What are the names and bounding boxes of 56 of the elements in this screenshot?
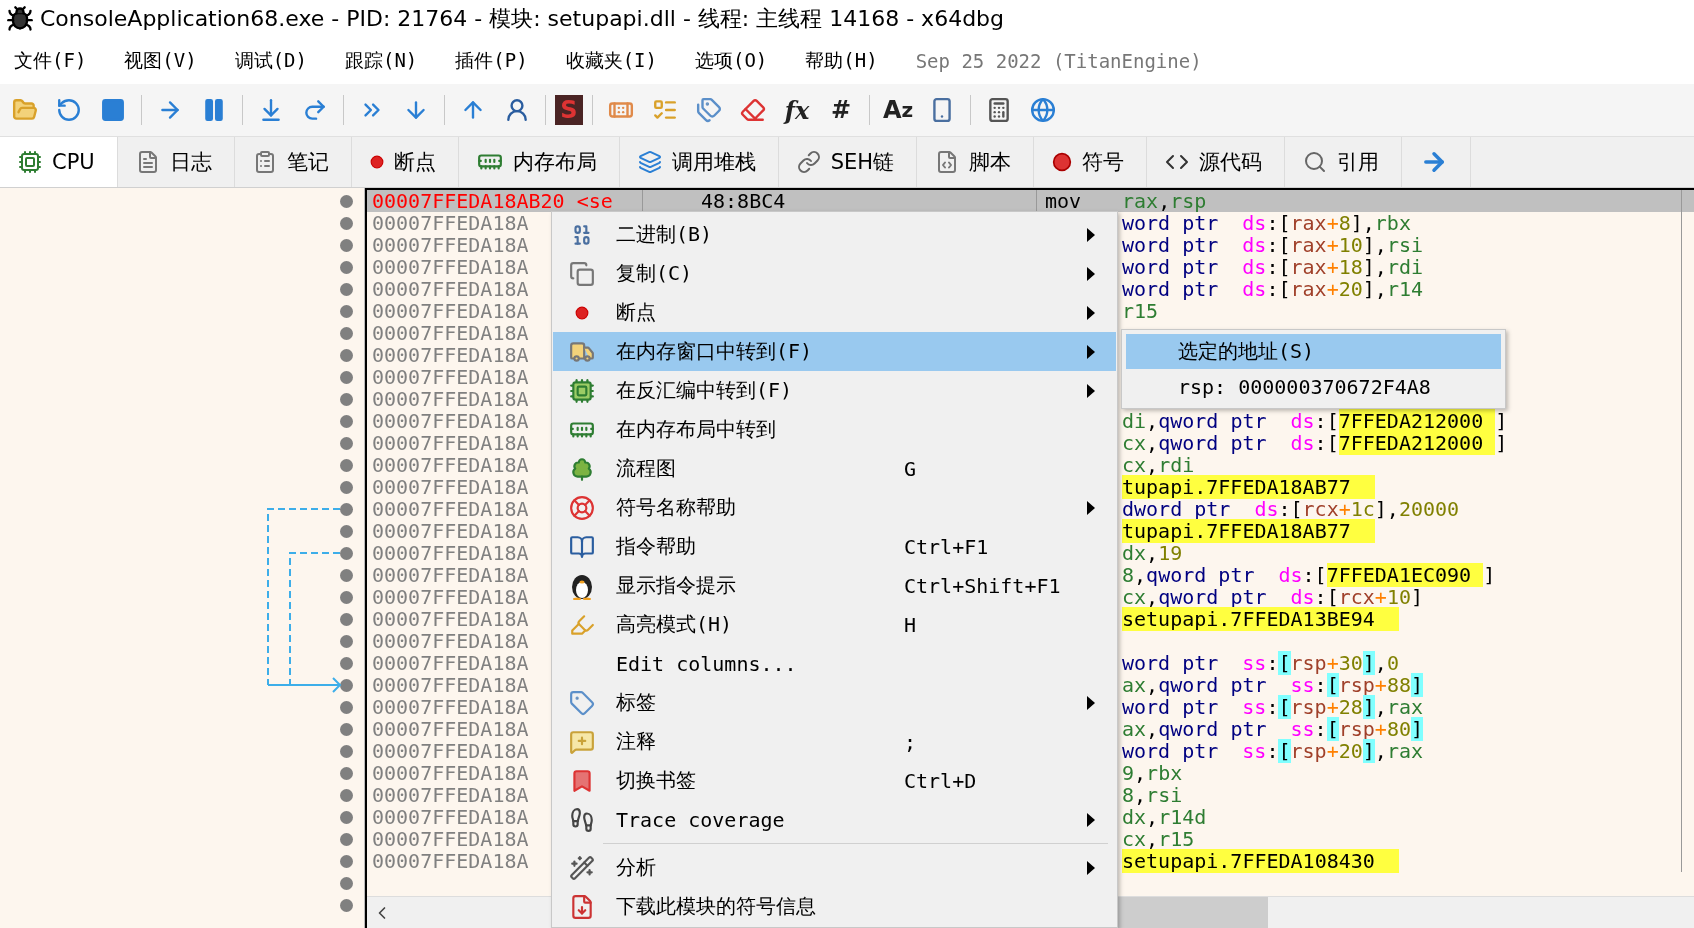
operand-text: dx,r14d bbox=[1122, 805, 1207, 829]
address-text: 00007FFEDA18A bbox=[372, 410, 529, 432]
address-text: 00007FFEDA18A bbox=[372, 498, 529, 520]
address-text: 00007FFEDA18A bbox=[372, 806, 529, 828]
address-text: 00007FFEDA18A bbox=[372, 762, 529, 784]
operand-text: dword ptr ds:[rcx+1c],20000 bbox=[1122, 497, 1460, 521]
build-info: Sep 25 2022 (TitanEngine) bbox=[915, 50, 1202, 72]
address-text: 00007FFEDA18A bbox=[372, 630, 529, 652]
operand-text: tupapi.7FFEDA18AB77 bbox=[1122, 475, 1375, 499]
address-text: 00007FFEDA18A bbox=[372, 256, 529, 278]
address-text: 00007FFEDA18A bbox=[372, 696, 529, 718]
address-text: 00007FFEDA18A bbox=[372, 454, 529, 476]
address-text: 00007FFEDA18A bbox=[372, 388, 529, 410]
bytes-text: 48:8BC4 bbox=[701, 190, 786, 213]
operand-text: setupapi.7FFEDA108430 bbox=[1122, 849, 1399, 873]
address-text: 00007FFEDA18A bbox=[372, 366, 529, 388]
address-text: 00007FFEDA18A bbox=[372, 212, 529, 234]
address-text: 00007FFEDA18A bbox=[372, 586, 529, 608]
operand-text: tupapi.7FFEDA18AB77 bbox=[1122, 519, 1375, 543]
window-title: ConsoleApplication68.exe - PID: 21764 - 模块: setupapi.dll - 线程: 主线程 14168 - x64dbg bbox=[40, 5, 1005, 33]
operand-text: r15 bbox=[1122, 299, 1159, 323]
operand-text: cx,r15 bbox=[1122, 827, 1195, 851]
address-text: 00007FFEDA18A bbox=[372, 344, 529, 366]
operand-text: cx,rdi bbox=[1122, 453, 1195, 477]
address-text: 00007FFEDA18A bbox=[372, 542, 529, 564]
operand-text: cx,qword ptr ds:[rcx+10] bbox=[1122, 585, 1423, 609]
address-text: 00007FFEDA18A bbox=[372, 718, 529, 740]
operand-text: setupapi.7FFEDA13BE94 bbox=[1122, 607, 1399, 631]
operand-text: rax,rsp bbox=[1122, 190, 1207, 213]
operand-text: cx,qword ptr ds:[7FFEDA212000 ] bbox=[1122, 431, 1508, 455]
operand-text: dx,19 bbox=[1122, 541, 1183, 565]
operand-text: word ptr ds:[rax+10],rsi bbox=[1122, 233, 1423, 257]
address-text: 00007FFEDA18A bbox=[372, 278, 529, 300]
address-text: 00007FFEDA18A bbox=[372, 300, 529, 322]
address-text: 00007FFEDA18A bbox=[372, 564, 529, 586]
operand-text: word ptr ds:[rax+18],rdi bbox=[1122, 255, 1423, 279]
operand-text: 9,rbx bbox=[1122, 761, 1183, 785]
address-text: 00007FFEDA18A bbox=[372, 520, 529, 542]
address-text: 00007FFEDA18A bbox=[372, 674, 529, 696]
symbol-label: <se bbox=[576, 190, 613, 212]
operand-text: word ptr ds:[rax+8],rbx bbox=[1122, 211, 1411, 235]
address-text: 00007FFEDA18AB20 bbox=[372, 190, 565, 212]
address-text: 00007FFEDA18A bbox=[372, 476, 529, 498]
address-text: 00007FFEDA18A bbox=[372, 850, 529, 872]
operand-text: word ptr ds:[rax+20],r14 bbox=[1122, 277, 1423, 301]
mnemonic-text: mov bbox=[1045, 190, 1082, 213]
address-text: 00007FFEDA18A bbox=[372, 828, 529, 850]
address-text: 00007FFEDA18A bbox=[372, 652, 529, 674]
address-text: 00007FFEDA18A bbox=[372, 740, 529, 762]
address-text: 00007FFEDA18A bbox=[372, 432, 529, 454]
address-text: 00007FFEDA18A bbox=[372, 784, 529, 806]
address-text: 00007FFEDA18A bbox=[372, 234, 529, 256]
address-text: 00007FFEDA18A bbox=[372, 608, 529, 630]
address-text: 00007FFEDA18A bbox=[372, 322, 529, 344]
operand-text: 8,rsi bbox=[1122, 783, 1183, 807]
operand-text: 8,qword ptr ds:[7FFEDA1EC090 ] bbox=[1122, 563, 1496, 587]
